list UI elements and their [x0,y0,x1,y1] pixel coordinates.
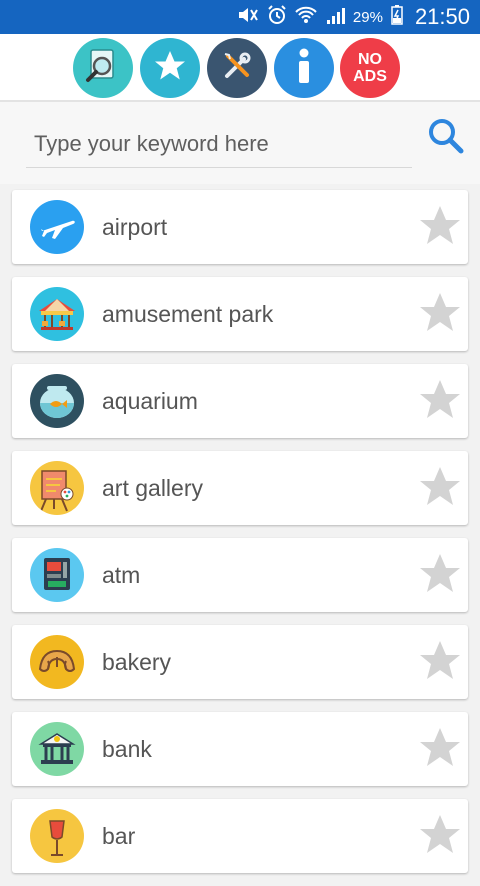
no-ads-label-line1: NO [358,51,382,68]
list-item-airport[interactable]: airport [12,190,468,264]
list-item-label: bank [102,736,152,762]
list-item-label: atm [102,562,141,588]
info-icon [289,46,319,91]
list-item-label: airport [102,214,168,240]
battery-icon [391,4,403,30]
map-search-icon [83,46,123,91]
list-item-aquarium[interactable]: aquarium [12,364,468,438]
tools-icon [220,49,254,88]
list-item-bakery[interactable]: bakery [12,625,468,699]
search-input[interactable] [26,120,412,168]
favorite-star-icon[interactable] [416,811,464,859]
category-list: airport amusement park aquarium art gall… [12,190,468,886]
no-ads-label-line2: ADS [353,68,387,85]
status-icons: 29% 21:50 [237,0,470,34]
list-item-bank[interactable]: bank [12,712,468,786]
airplane-icon [30,200,84,254]
list-item-label: bakery [102,649,172,675]
list-item-label: bar [102,823,136,849]
cocktail-icon [30,809,84,863]
list-item-label: aquarium [102,388,198,414]
mute-icon [237,6,259,29]
favorite-star-icon[interactable] [416,550,464,598]
wifi-icon [295,6,317,29]
star-icon [152,48,188,89]
croissant-icon [30,635,84,689]
easel-icon [30,461,84,515]
search-bar [0,100,480,184]
list-item-amusement-park[interactable]: amusement park [12,277,468,351]
list-item-bar[interactable]: bar [12,799,468,873]
fishbowl-icon [30,374,84,428]
search-places-button[interactable] [73,38,133,98]
favorite-star-icon[interactable] [416,289,464,337]
search-button[interactable] [424,116,468,160]
favorite-star-icon[interactable] [416,637,464,685]
toolbar: NO ADS [0,34,480,100]
list-item-label: amusement park [102,301,274,327]
settings-button[interactable] [207,38,267,98]
atm-icon [30,548,84,602]
battery-percent: 29% [352,8,383,26]
list-item-label: art gallery [102,475,203,501]
favorites-button[interactable] [140,38,200,98]
favorite-star-icon[interactable] [416,376,464,424]
favorite-star-icon[interactable] [416,463,464,511]
signal-icon [325,6,345,29]
favorite-star-icon[interactable] [416,202,464,250]
clock: 21:50 [414,4,470,29]
info-button[interactable] [274,38,334,98]
list-item-art-gallery[interactable]: art gallery [12,451,468,525]
carousel-icon [30,287,84,341]
search-icon [427,117,465,160]
list-item-atm[interactable]: atm [12,538,468,612]
bank-building-icon [30,722,84,776]
no-ads-button[interactable]: NO ADS [340,38,400,98]
alarm-icon [267,4,287,30]
status-bar: 29% 21:50 [0,0,480,34]
favorite-star-icon[interactable] [416,724,464,772]
